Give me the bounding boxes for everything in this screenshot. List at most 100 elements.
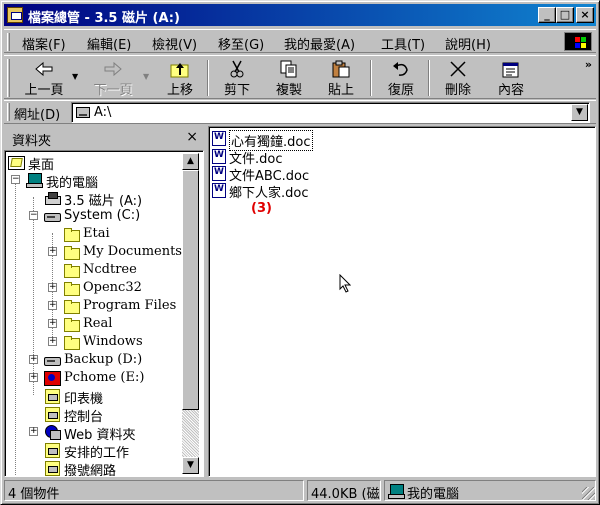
tree-item-label: 控制台 bbox=[64, 410, 104, 425]
expand-toggle[interactable]: + bbox=[48, 319, 57, 328]
computer-icon bbox=[388, 483, 405, 499]
undo-icon bbox=[391, 60, 411, 78]
file-list[interactable]: 心有獨鐘.doc 文件.doc 文件ABC.doc 鄉下人家.doc (3) bbox=[208, 126, 596, 477]
expand-toggle[interactable]: + bbox=[29, 355, 38, 364]
close-button[interactable]: × bbox=[576, 7, 594, 23]
file-name: 鄉下人家.doc bbox=[229, 186, 309, 201]
tree-item-label: Openc32 bbox=[83, 280, 142, 295]
forward-label: 下一頁 bbox=[93, 83, 133, 98]
forward-dropdown-icon[interactable]: ▼ bbox=[143, 72, 149, 81]
scroll-up-button[interactable]: ▲ bbox=[182, 153, 199, 170]
tree-item-label: My Documents bbox=[83, 244, 182, 259]
copy-label: 複製 bbox=[275, 83, 302, 98]
expand-toggle[interactable]: + bbox=[29, 373, 38, 382]
status-object-count: 4 個物件 bbox=[4, 480, 304, 501]
back-button[interactable]: 上一頁 bbox=[16, 58, 72, 98]
delete-button[interactable]: 刪除 bbox=[437, 58, 479, 98]
status-location: 我的電腦 bbox=[384, 480, 596, 501]
scroll-down-button[interactable]: ▼ bbox=[182, 457, 199, 474]
folder-tree-scrollbar[interactable]: ▲ ▼ bbox=[182, 153, 199, 474]
up-folder-icon bbox=[170, 60, 190, 78]
explorer-app-icon[interactable] bbox=[7, 7, 23, 23]
minimize-button[interactable]: _ bbox=[538, 7, 556, 23]
back-dropdown-icon[interactable]: ▼ bbox=[72, 72, 78, 81]
toolbar-grip[interactable] bbox=[7, 59, 10, 97]
undo-label: 復原 bbox=[387, 83, 414, 98]
forward-button[interactable]: 下一頁 bbox=[84, 58, 142, 98]
web-folder-icon bbox=[44, 424, 61, 440]
collapse-toggle[interactable]: − bbox=[29, 211, 38, 220]
properties-label: 內容 bbox=[497, 83, 524, 98]
delete-label: 刪除 bbox=[444, 83, 471, 98]
scroll-thumb[interactable] bbox=[182, 170, 199, 410]
explorer-window: 檔案總管 - 3.5 磁片 (A:) _ □ × 檔案(F) 編輯(E) 檢視(… bbox=[0, 0, 600, 505]
menu-file[interactable]: 檔案(F) bbox=[22, 34, 66, 53]
drive-icon bbox=[44, 208, 61, 223]
desktop-icon bbox=[8, 154, 25, 170]
menu-help[interactable]: 說明(H) bbox=[445, 34, 491, 53]
expand-toggle[interactable]: + bbox=[29, 427, 38, 436]
delete-x-icon bbox=[448, 60, 468, 78]
tree-item-label: 桌面 bbox=[28, 158, 55, 173]
folders-pane: 資料夾 × 桌面 − 我的電腦 3.5 磁片 (A:) − System (C:… bbox=[4, 127, 204, 477]
tree-item-label: Pchome (E:) bbox=[64, 370, 145, 385]
copy-button[interactable]: 複製 bbox=[268, 58, 310, 98]
copy-icon bbox=[279, 60, 299, 78]
status-location-label: 我的電腦 bbox=[407, 487, 460, 501]
cut-button[interactable]: 剪下 bbox=[216, 58, 258, 98]
folders-title: 資料夾 bbox=[12, 134, 52, 149]
menu-go[interactable]: 移至(G) bbox=[218, 34, 264, 53]
window-title: 檔案總管 - 3.5 磁片 (A:) bbox=[28, 11, 180, 26]
tree-item-label: 3.5 磁片 (A:) bbox=[64, 194, 143, 209]
resize-grip[interactable] bbox=[582, 487, 595, 500]
maximize-button[interactable]: □ bbox=[556, 7, 574, 23]
folder-icon bbox=[63, 226, 80, 242]
address-input[interactable]: A:\ ▼ bbox=[71, 102, 590, 123]
folders-close-button[interactable]: × bbox=[186, 129, 198, 145]
paste-label: 貼上 bbox=[327, 83, 354, 98]
undo-button[interactable]: 復原 bbox=[380, 58, 422, 98]
tree-item-label: 我的電腦 bbox=[46, 176, 99, 191]
expand-toggle[interactable]: + bbox=[48, 337, 57, 346]
collapse-toggle[interactable]: − bbox=[11, 175, 20, 184]
paste-button[interactable]: 貼上 bbox=[320, 58, 362, 98]
control-panel-icon bbox=[44, 406, 60, 422]
folder-icon bbox=[63, 262, 80, 278]
standard-toolbar: 上一頁 ▼ 下一頁 ▼ 上移 剪下 複製 貼上 復原 刪除 內容 » bbox=[4, 55, 596, 99]
address-bar: 網址(D) A:\ ▼ bbox=[4, 100, 596, 124]
up-label: 上移 bbox=[166, 83, 193, 98]
menu-tools[interactable]: 工具(T) bbox=[381, 34, 425, 53]
folder-tree[interactable]: 桌面 − 我的電腦 3.5 磁片 (A:) − System (C:) Etai… bbox=[4, 150, 204, 477]
menu-favorites[interactable]: 我的最愛(A) bbox=[284, 34, 355, 53]
address-dropdown-button[interactable]: ▼ bbox=[571, 104, 588, 121]
menu-view[interactable]: 檢視(V) bbox=[152, 34, 197, 53]
menu-grip[interactable] bbox=[7, 33, 10, 51]
paste-icon bbox=[331, 60, 351, 78]
tree-line bbox=[15, 179, 16, 476]
folder-icon bbox=[63, 316, 80, 332]
tree-item-label: Program Files bbox=[83, 298, 177, 313]
word-document-icon bbox=[212, 149, 226, 164]
tree-item-label: Ncdtree bbox=[83, 262, 137, 277]
expand-toggle[interactable]: + bbox=[48, 301, 57, 310]
up-button[interactable]: 上移 bbox=[160, 58, 200, 98]
word-document-icon bbox=[212, 166, 226, 181]
toolbar-more-chevron-icon[interactable]: » bbox=[585, 58, 592, 71]
expand-toggle[interactable]: + bbox=[48, 247, 57, 256]
dialup-icon bbox=[44, 460, 60, 476]
properties-button[interactable]: 內容 bbox=[490, 58, 532, 98]
title-bar[interactable]: 檔案總管 - 3.5 磁片 (A:) _ □ × bbox=[4, 4, 596, 26]
properties-icon bbox=[501, 60, 521, 78]
word-document-icon bbox=[212, 183, 226, 198]
address-label: 網址(D) bbox=[14, 108, 61, 123]
tree-item-label: Etai bbox=[83, 226, 110, 241]
floppy-icon bbox=[44, 190, 61, 205]
address-value[interactable]: A:\ bbox=[94, 105, 111, 120]
tree-item-label: Windows bbox=[83, 334, 143, 349]
menu-edit[interactable]: 編輯(E) bbox=[87, 34, 131, 53]
cut-label: 剪下 bbox=[223, 83, 250, 98]
printer-icon bbox=[44, 388, 60, 404]
expand-toggle[interactable]: + bbox=[48, 283, 57, 292]
address-grip[interactable] bbox=[7, 103, 10, 121]
status-size: 44.0KB (磁 bbox=[307, 480, 381, 501]
